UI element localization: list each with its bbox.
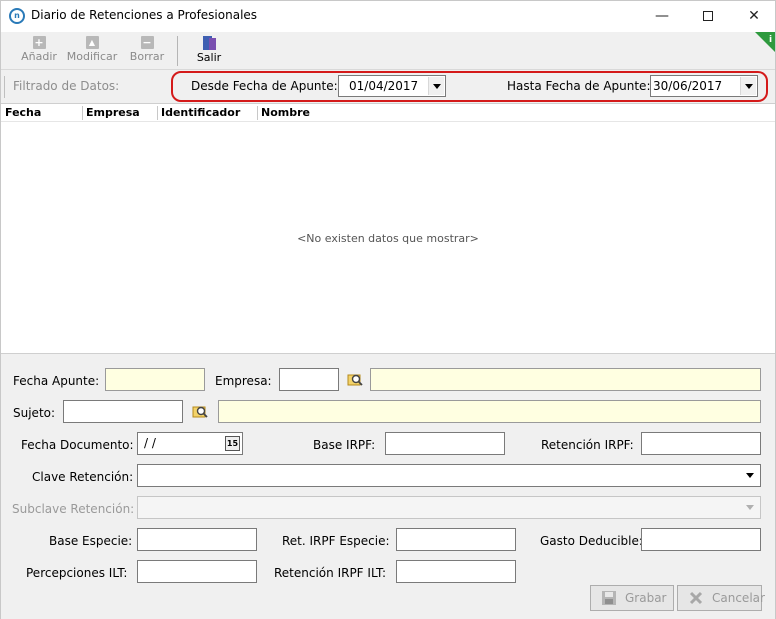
percepciones-ilt-label: Percepciones ILT: [26,566,128,580]
fecha-documento-input[interactable]: / / 15 [137,432,243,455]
search-icon[interactable] [347,372,363,388]
svg-text:i: i [769,35,772,45]
exit-label: Salir [196,51,222,64]
retencion-irpf-ilt-input[interactable] [396,560,516,583]
info-icon[interactable]: i [755,32,775,52]
detail-form: Fecha Apunte: Empresa: Sujeto: Fecha Doc… [1,354,775,619]
add-label: Añadir [21,50,57,63]
add-button[interactable]: + Añadir [19,34,59,68]
to-date-value: 30/06/2017 [653,79,723,93]
toolbar: + Añadir ▲ Modificar − Borrar Salir i [1,32,775,70]
delete-label: Borrar [129,50,165,63]
chevron-down-icon[interactable] [740,77,756,95]
floppy-disk-icon [602,591,616,605]
plus-icon: + [32,36,46,49]
window-title: Diario de Retenciones a Profesionales [31,8,258,22]
empresa-name-field[interactable] [370,368,761,391]
fecha-apunte-field[interactable] [105,368,205,391]
retencion-irpf-ilt-label: Retención IRPF ILT: [274,566,387,580]
chevron-down-icon[interactable] [742,467,758,484]
empresa-code-input[interactable] [279,368,339,391]
filter-separator [4,76,5,98]
app-window: n Diario de Retenciones a Profesionales … [0,0,776,619]
column-header-empresa[interactable]: Empresa [86,106,140,119]
data-grid[interactable]: <No existen datos que mostrar> [1,122,775,354]
ret-irpf-especie-label: Ret. IRPF Especie: [282,534,390,548]
fecha-apunte-label: Fecha Apunte: [13,374,100,388]
empresa-label: Empresa: [215,374,272,388]
maximize-button[interactable] [685,1,731,31]
from-date-label: Desde Fecha de Apunte: [191,79,338,93]
base-especie-input[interactable] [137,528,257,551]
calendar-icon[interactable]: 15 [225,436,240,451]
search-icon[interactable] [192,404,208,420]
from-date-picker[interactable]: 01/04/2017 [338,75,446,97]
empty-message: <No existen datos que mostrar> [297,232,479,245]
sujeto-label: Sujeto: [13,406,56,420]
caret-up-icon: ▲ [85,36,99,49]
filter-bar: Filtrado de Datos: Desde Fecha de Apunte… [1,70,775,104]
toolbar-separator [177,36,178,66]
save-button[interactable]: Grabar [590,585,674,611]
modify-label: Modificar [66,50,118,63]
filter-label: Filtrado de Datos: [13,79,120,93]
from-date-value: 01/04/2017 [349,79,419,93]
clave-retencion-select[interactable] [137,464,761,487]
cancel-button[interactable]: Cancelar [677,585,765,611]
gasto-deducible-input[interactable] [641,528,761,551]
title-bar: n Diario de Retenciones a Profesionales … [1,1,775,31]
fecha-documento-label: Fecha Documento: [21,438,134,452]
minus-icon: − [140,36,154,49]
to-date-picker[interactable]: 30/06/2017 [650,75,758,97]
exit-button[interactable]: Salir [194,34,224,68]
sujeto-code-input[interactable] [63,400,183,423]
percepciones-ilt-input[interactable] [137,560,257,583]
cancel-label: Cancelar [712,591,765,605]
fecha-documento-value: / / [144,436,156,450]
exit-door-icon [202,36,216,50]
column-header-fecha[interactable]: Fecha [5,106,41,119]
base-irpf-label: Base IRPF: [313,438,376,452]
app-logo-icon: n [9,8,25,24]
close-button[interactable]: ✕ [731,1,776,31]
maximize-icon [703,11,713,21]
modify-button[interactable]: ▲ Modificar [65,34,119,68]
grid-header: Fecha Empresa Identificador Nombre [1,104,775,122]
gasto-deducible-label: Gasto Deducible: [540,534,643,548]
cancel-x-icon [689,591,703,605]
column-header-identificador[interactable]: Identificador [161,106,240,119]
subclave-retencion-label: Subclave Retención: [12,502,135,516]
retencion-irpf-label: Retención IRPF: [541,438,634,452]
base-irpf-input[interactable] [385,432,505,455]
to-date-label: Hasta Fecha de Apunte: [507,79,651,93]
subclave-retencion-select [137,496,761,519]
retencion-irpf-input[interactable] [641,432,761,455]
delete-button[interactable]: − Borrar [127,34,167,68]
column-header-nombre[interactable]: Nombre [261,106,310,119]
save-label: Grabar [625,591,667,605]
base-especie-label: Base Especie: [49,534,133,548]
sujeto-name-field[interactable] [218,400,761,423]
clave-retencion-label: Clave Retención: [32,470,134,484]
chevron-down-icon[interactable] [428,77,444,95]
chevron-down-icon [742,499,758,516]
minimize-button[interactable]: — [639,1,685,31]
ret-irpf-especie-input[interactable] [396,528,516,551]
